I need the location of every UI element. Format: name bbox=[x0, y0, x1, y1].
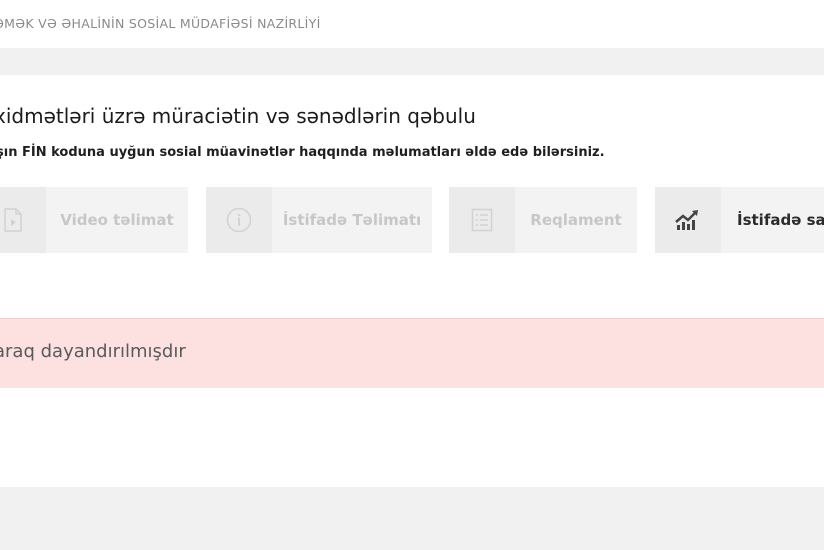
main-panel: xidmətləri üzrə müraciətin və sənədlərin… bbox=[0, 75, 824, 487]
usage-count-label: İstifadə sayı bbox=[737, 211, 824, 229]
alert-message: araq dayandırılmışdır bbox=[0, 341, 186, 362]
service-suspended-alert: araq dayandırılmışdır bbox=[0, 318, 824, 388]
page-title: xidmətləri üzrə müraciətin və sənədlərin… bbox=[0, 104, 476, 128]
document-list-icon bbox=[449, 187, 515, 253]
usage-count-button[interactable]: İstifadə sayı bbox=[655, 187, 824, 253]
regulation-button[interactable]: Reqlament bbox=[449, 187, 637, 253]
info-icon bbox=[206, 187, 272, 253]
regulation-label: Reqlament bbox=[530, 211, 622, 229]
user-guide-button[interactable]: İstifadə Təlimatı bbox=[206, 187, 432, 253]
user-guide-label: İstifadə Təlimatı bbox=[282, 211, 422, 229]
video-file-icon bbox=[0, 187, 46, 253]
ministry-name: ƏMƏK VƏ ƏHALİNİN SOSİAL MÜDAFİƏSİ NAZİRL… bbox=[0, 16, 321, 31]
video-guide-button[interactable]: Video təlimat bbox=[0, 187, 188, 253]
video-guide-label: Video təlimat bbox=[60, 211, 174, 229]
trend-chart-icon bbox=[655, 187, 721, 253]
top-bar: ƏMƏK VƏ ƏHALİNİN SOSİAL MÜDAFİƏSİ NAZİRL… bbox=[0, 0, 824, 48]
page-subtitle: şın FİN koduna uyğun sosial müavinətlər … bbox=[0, 145, 605, 160]
